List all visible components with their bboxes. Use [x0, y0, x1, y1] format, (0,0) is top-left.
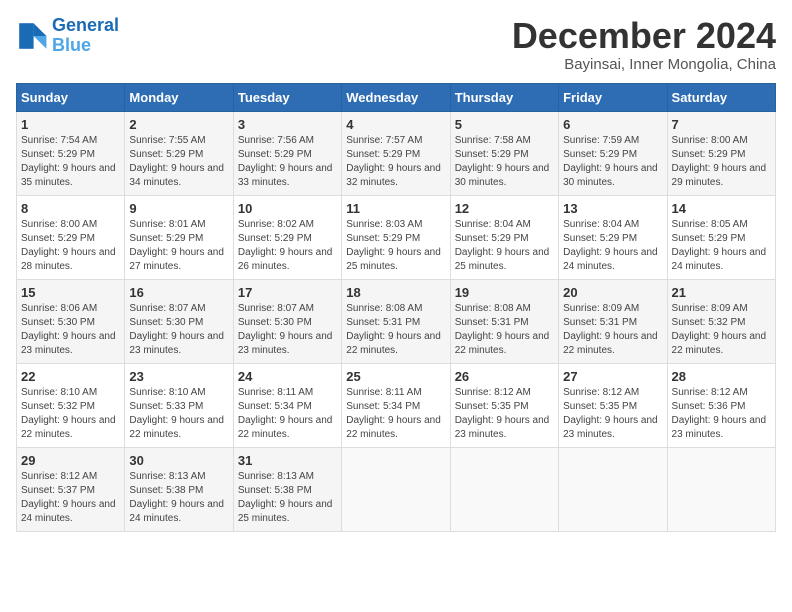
calendar-cell: [450, 447, 558, 531]
col-monday: Monday: [125, 83, 233, 111]
logo: General Blue: [16, 16, 119, 56]
calendar-cell: 27Sunrise: 8:12 AMSunset: 5:35 PMDayligh…: [559, 363, 667, 447]
logo-text: General Blue: [52, 16, 119, 56]
calendar-cell: 14Sunrise: 8:05 AMSunset: 5:29 PMDayligh…: [667, 195, 775, 279]
calendar-cell: 22Sunrise: 8:10 AMSunset: 5:32 PMDayligh…: [17, 363, 125, 447]
calendar-cell: 5Sunrise: 7:58 AMSunset: 5:29 PMDaylight…: [450, 111, 558, 195]
calendar-cell: 13Sunrise: 8:04 AMSunset: 5:29 PMDayligh…: [559, 195, 667, 279]
location-title: Bayinsai, Inner Mongolia, China: [512, 56, 776, 73]
col-thursday: Thursday: [450, 83, 558, 111]
calendar-cell: 25Sunrise: 8:11 AMSunset: 5:34 PMDayligh…: [342, 363, 450, 447]
col-tuesday: Tuesday: [233, 83, 341, 111]
calendar-cell: 16Sunrise: 8:07 AMSunset: 5:30 PMDayligh…: [125, 279, 233, 363]
calendar-cell: 20Sunrise: 8:09 AMSunset: 5:31 PMDayligh…: [559, 279, 667, 363]
calendar-cell: 10Sunrise: 8:02 AMSunset: 5:29 PMDayligh…: [233, 195, 341, 279]
calendar-cell: [667, 447, 775, 531]
col-saturday: Saturday: [667, 83, 775, 111]
calendar-row: 29Sunrise: 8:12 AMSunset: 5:37 PMDayligh…: [17, 447, 776, 531]
calendar-cell: 1Sunrise: 7:54 AMSunset: 5:29 PMDaylight…: [17, 111, 125, 195]
calendar-cell: 9Sunrise: 8:01 AMSunset: 5:29 PMDaylight…: [125, 195, 233, 279]
month-title: December 2024: [512, 16, 776, 56]
calendar-cell: 18Sunrise: 8:08 AMSunset: 5:31 PMDayligh…: [342, 279, 450, 363]
calendar-cell: 26Sunrise: 8:12 AMSunset: 5:35 PMDayligh…: [450, 363, 558, 447]
title-block: December 2024 Bayinsai, Inner Mongolia, …: [512, 16, 776, 73]
calendar-row: 15Sunrise: 8:06 AMSunset: 5:30 PMDayligh…: [17, 279, 776, 363]
calendar-cell: 21Sunrise: 8:09 AMSunset: 5:32 PMDayligh…: [667, 279, 775, 363]
page-header: General Blue December 2024 Bayinsai, Inn…: [16, 16, 776, 73]
calendar-cell: 12Sunrise: 8:04 AMSunset: 5:29 PMDayligh…: [450, 195, 558, 279]
calendar-cell: 23Sunrise: 8:10 AMSunset: 5:33 PMDayligh…: [125, 363, 233, 447]
calendar-cell: 31Sunrise: 8:13 AMSunset: 5:38 PMDayligh…: [233, 447, 341, 531]
calendar-cell: 29Sunrise: 8:12 AMSunset: 5:37 PMDayligh…: [17, 447, 125, 531]
logo-icon: [16, 20, 48, 52]
calendar-cell: 7Sunrise: 8:00 AMSunset: 5:29 PMDaylight…: [667, 111, 775, 195]
calendar-cell: 30Sunrise: 8:13 AMSunset: 5:38 PMDayligh…: [125, 447, 233, 531]
calendar-cell: 17Sunrise: 8:07 AMSunset: 5:30 PMDayligh…: [233, 279, 341, 363]
calendar-cell: 24Sunrise: 8:11 AMSunset: 5:34 PMDayligh…: [233, 363, 341, 447]
calendar-cell: 2Sunrise: 7:55 AMSunset: 5:29 PMDaylight…: [125, 111, 233, 195]
calendar-row: 1Sunrise: 7:54 AMSunset: 5:29 PMDaylight…: [17, 111, 776, 195]
calendar-cell: 15Sunrise: 8:06 AMSunset: 5:30 PMDayligh…: [17, 279, 125, 363]
calendar-row: 22Sunrise: 8:10 AMSunset: 5:32 PMDayligh…: [17, 363, 776, 447]
calendar-cell: 19Sunrise: 8:08 AMSunset: 5:31 PMDayligh…: [450, 279, 558, 363]
calendar-cell: 3Sunrise: 7:56 AMSunset: 5:29 PMDaylight…: [233, 111, 341, 195]
calendar-cell: 28Sunrise: 8:12 AMSunset: 5:36 PMDayligh…: [667, 363, 775, 447]
col-wednesday: Wednesday: [342, 83, 450, 111]
col-sunday: Sunday: [17, 83, 125, 111]
calendar-cell: [559, 447, 667, 531]
calendar-table: Sunday Monday Tuesday Wednesday Thursday…: [16, 83, 776, 532]
calendar-header-row: Sunday Monday Tuesday Wednesday Thursday…: [17, 83, 776, 111]
calendar-cell: 11Sunrise: 8:03 AMSunset: 5:29 PMDayligh…: [342, 195, 450, 279]
calendar-cell: [342, 447, 450, 531]
calendar-cell: 8Sunrise: 8:00 AMSunset: 5:29 PMDaylight…: [17, 195, 125, 279]
col-friday: Friday: [559, 83, 667, 111]
calendar-row: 8Sunrise: 8:00 AMSunset: 5:29 PMDaylight…: [17, 195, 776, 279]
calendar-cell: 4Sunrise: 7:57 AMSunset: 5:29 PMDaylight…: [342, 111, 450, 195]
calendar-cell: 6Sunrise: 7:59 AMSunset: 5:29 PMDaylight…: [559, 111, 667, 195]
